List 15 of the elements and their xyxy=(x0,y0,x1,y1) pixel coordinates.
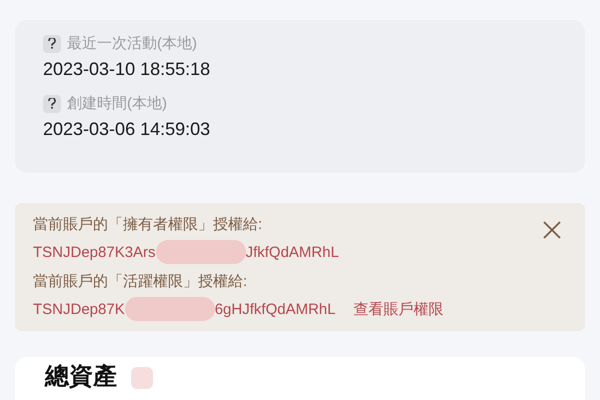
view-permissions-link[interactable]: 查看賬戶權限 xyxy=(354,300,444,318)
field-label: 創建時間(本地) xyxy=(67,94,167,113)
address-text: JfkfQdAMRhL xyxy=(246,244,339,260)
field-label: 最近一次活動(本地) xyxy=(67,34,197,53)
notice-text: 當前賬戶的「擁有者權限」授權給: xyxy=(33,215,264,234)
notice-text: 當前賬戶的「活躍權限」授權給: xyxy=(33,272,248,291)
help-icon[interactable] xyxy=(43,34,61,52)
close-icon[interactable] xyxy=(543,221,561,239)
field-value: 2023-03-10 18:55:18 xyxy=(43,59,212,80)
address-text: TSNJDep87K xyxy=(33,300,125,318)
address-text: TSNJDep87K3Ars xyxy=(33,244,156,260)
card-title: 總資產 xyxy=(45,363,117,391)
address-text: 6gHJfkfQdAMRhL xyxy=(214,300,336,318)
help-icon[interactable] xyxy=(43,94,61,112)
field-value: 2023-03-06 14:59:03 xyxy=(43,119,212,140)
